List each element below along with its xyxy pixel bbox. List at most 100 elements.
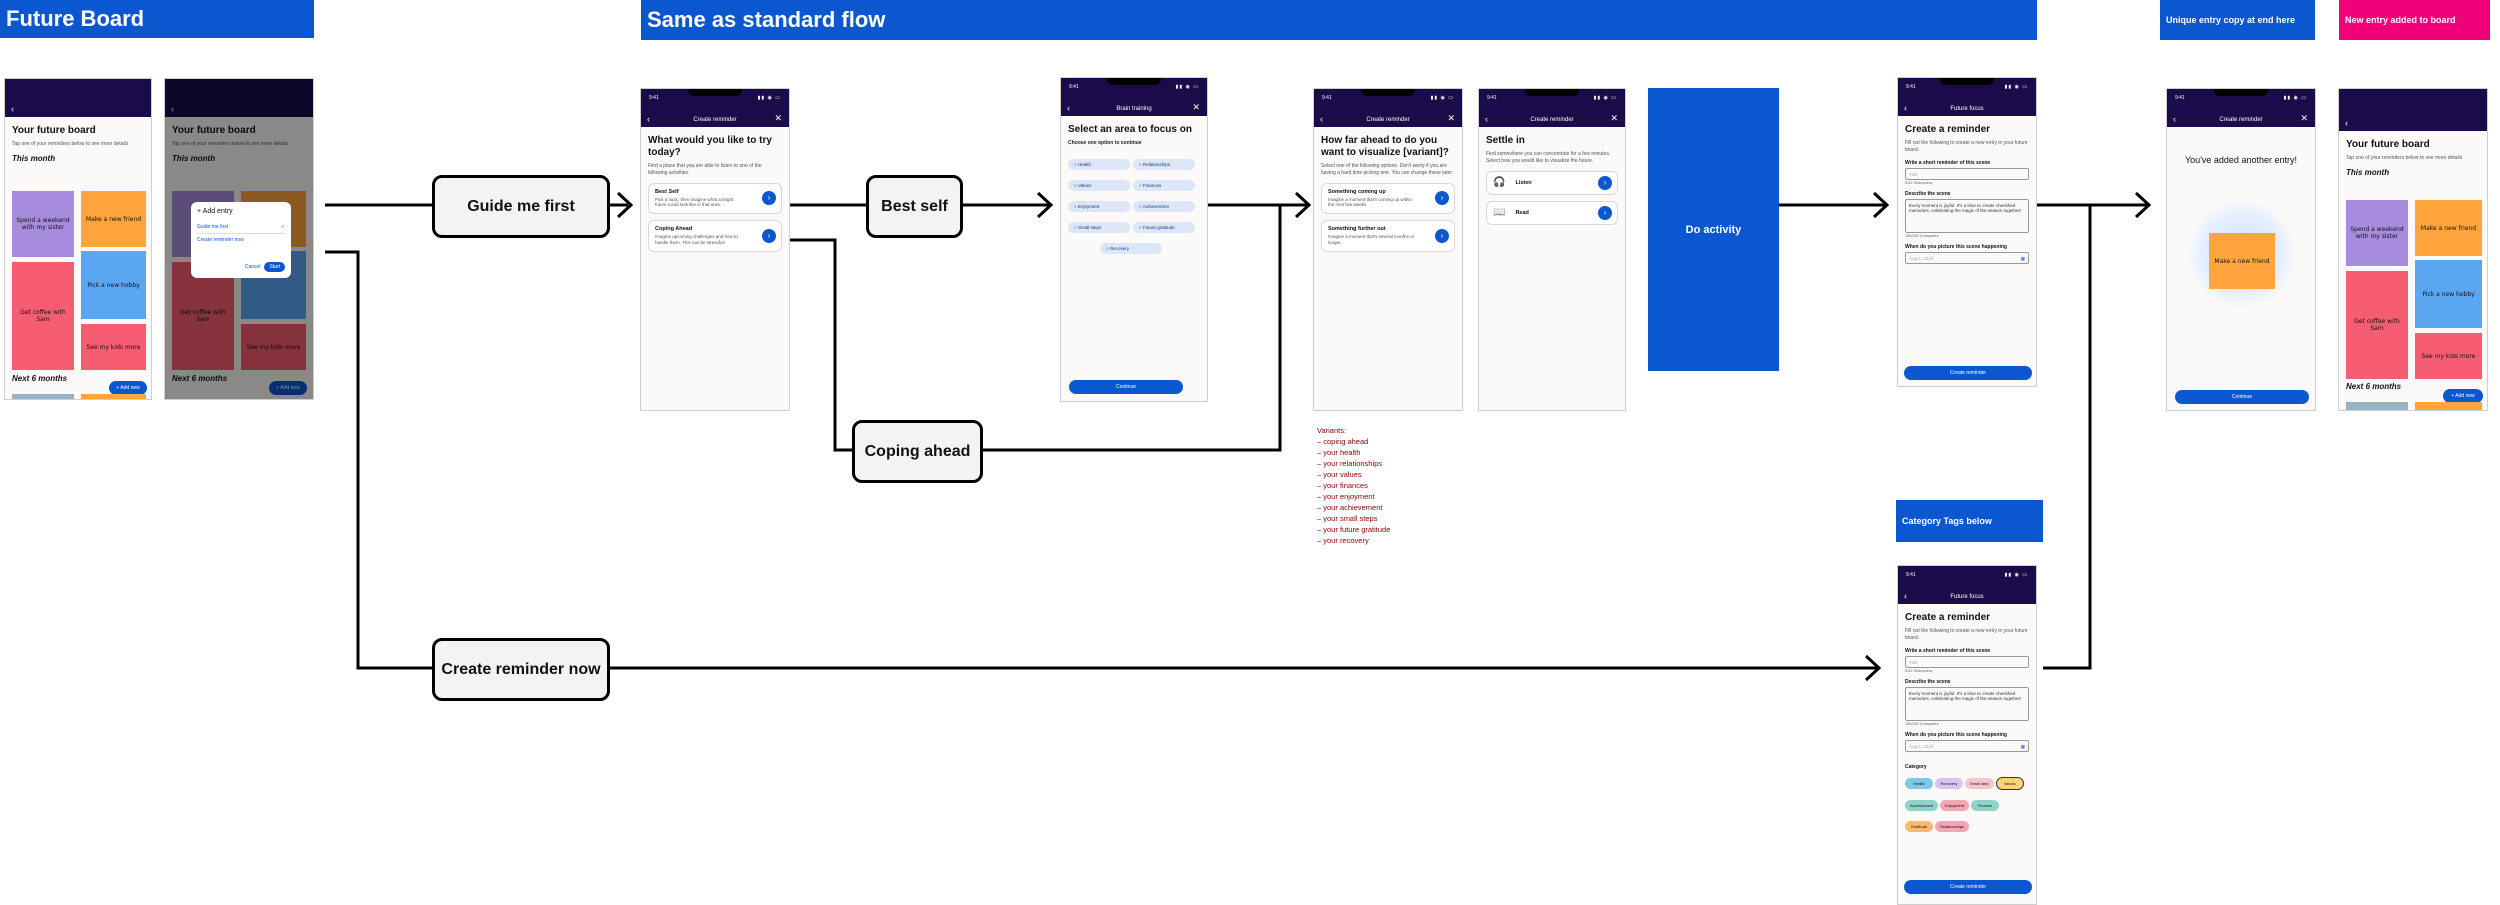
close-icon[interactable]: ✕ xyxy=(1192,102,1200,113)
area-pill[interactable]: ○ Small steps xyxy=(1068,221,1130,233)
top-bar: 9:41 ▮▮ ◉ ▭ ‹ Future focus xyxy=(1898,566,2036,604)
date-value: Aug 5, 2024 xyxy=(1909,743,1934,749)
sticky-note[interactable]: See my kids more xyxy=(81,324,146,370)
variant-text: your achievement xyxy=(1323,503,1383,512)
sticky-note[interactable]: Pick a new hobby xyxy=(81,251,146,319)
modal-option-create[interactable]: Create reminder now xyxy=(197,234,285,246)
create-reminder-button[interactable]: Create reminder xyxy=(1904,880,2032,894)
category-tag[interactable]: Enjoyment xyxy=(1940,799,1970,811)
category-tag[interactable]: Values xyxy=(1995,776,2024,790)
sticky-note[interactable]: Pick a new hobby xyxy=(2415,260,2482,328)
variant-item: – your small steps xyxy=(1317,514,1378,523)
card-text: Pick a topic, then imagine what a bright… xyxy=(655,196,734,208)
sticky-note[interactable]: Spend a weekend with my sister xyxy=(12,191,74,257)
category-tag[interactable]: Finance xyxy=(1971,799,2000,811)
new-sticky-note: Make a new friend xyxy=(2209,233,2275,289)
read-option[interactable]: 📖 Read › xyxy=(1486,200,1618,225)
add-entry-modal-screen: ‹ Your future board Tap one of your remi… xyxy=(164,78,314,400)
notch xyxy=(1940,78,1994,85)
status-time: 9:41 xyxy=(1906,572,1916,578)
listen-option[interactable]: 🎧 Listen › xyxy=(1486,170,1618,195)
add-new-button[interactable]: + Add new xyxy=(2443,389,2483,403)
variant-text: your values xyxy=(1323,470,1362,479)
arrow-right-icon[interactable]: › xyxy=(1598,175,1612,190)
sticky-note[interactable]: Make a new friend xyxy=(81,191,146,247)
pill-label: Relationships xyxy=(1142,161,1170,167)
screen-header-title: Create reminder xyxy=(1530,117,1574,123)
further-out-card[interactable]: Something further out Imagine a moment th… xyxy=(1321,220,1455,252)
arrow-right-icon[interactable]: › xyxy=(1435,229,1449,244)
arrow-right-icon[interactable]: › xyxy=(1435,191,1449,206)
status-icons: ▮▮ ◉ ▭ xyxy=(2004,572,2028,578)
category-tag[interactable]: Relationships xyxy=(1935,820,1970,832)
area-pill[interactable]: ○ Health xyxy=(1068,158,1130,170)
variant-text: your relationships xyxy=(1323,459,1383,468)
close-icon[interactable]: ✕ xyxy=(1610,113,1618,124)
arrow-right-icon[interactable]: › xyxy=(1598,205,1612,220)
area-pill[interactable]: ○ Enjoyment xyxy=(1068,200,1130,212)
sticky-note[interactable]: Get coffee with Sam xyxy=(12,262,74,370)
next-note-preview xyxy=(2346,402,2408,410)
pill-label: Finances xyxy=(1142,182,1162,188)
scene-textarea[interactable]: Every moment is joyful. It's a time to c… xyxy=(1905,198,2029,233)
pill-label: Enjoyment xyxy=(1077,203,1100,209)
sticky-note[interactable]: Make a new friend xyxy=(2415,200,2482,256)
arrow-right-icon[interactable]: › xyxy=(762,229,776,244)
card-title: Coping Ahead xyxy=(655,226,693,233)
area-pill[interactable]: ○ Recovery xyxy=(1100,242,1162,254)
sticky-note-text: Pick a new hobby xyxy=(87,281,140,289)
variant-text: your finances xyxy=(1323,481,1368,490)
area-pill[interactable]: ○ Future gratitude xyxy=(1133,221,1195,233)
best-self-label: Best self xyxy=(881,197,948,215)
close-icon[interactable]: ✕ xyxy=(1447,113,1455,124)
date-input[interactable]: Aug 5, 2024 ▦ xyxy=(1905,739,2029,752)
date-input[interactable]: Aug 5, 2024 ▦ xyxy=(1905,251,2029,264)
pill-label: Achievement xyxy=(1142,203,1169,209)
best-self-card[interactable]: Best Self Pick a topic, then imagine what… xyxy=(648,182,782,215)
area-pills: ○ Health ○ Relationships ○ Values ○ Financ… xyxy=(1068,153,1200,258)
sticky-note-text: See my kids more xyxy=(2421,352,2476,360)
success-title: You've added another entry! xyxy=(2185,155,2297,165)
add-new-button[interactable]: + Add new xyxy=(109,381,147,395)
category-tag[interactable]: Gratitude xyxy=(1905,820,1933,832)
area-pill[interactable]: ○ Finances xyxy=(1133,179,1195,191)
back-icon[interactable]: ‹ xyxy=(11,104,14,114)
sticky-note-text: See my kids more xyxy=(86,343,141,351)
sticky-note[interactable]: See my kids more xyxy=(2415,333,2482,379)
check-icon: ✓ xyxy=(280,224,285,230)
create-reminder-button[interactable]: Create reminder xyxy=(1904,366,2032,380)
sticky-note[interactable]: Spend a weekend with my sister xyxy=(2346,200,2408,266)
card-text: Imagine a moment that's coming up within… xyxy=(1328,196,1412,208)
scene-textarea[interactable]: Every moment is joyful. It's a time to c… xyxy=(1905,686,2029,721)
char-count: 0/40 Characters xyxy=(1905,668,1933,673)
variant-item: – your enjoyment xyxy=(1317,492,1375,501)
area-pill[interactable]: ○ Achievement xyxy=(1133,200,1195,212)
area-pill[interactable]: ○ Values xyxy=(1068,179,1130,191)
category-tag[interactable]: Achievement xyxy=(1905,799,1939,811)
cancel-button[interactable]: Cancel xyxy=(245,264,261,270)
pill-label: Recovery xyxy=(1109,245,1129,251)
arrow-right-icon[interactable]: › xyxy=(762,191,776,206)
continue-button[interactable]: Continue xyxy=(2175,390,2309,404)
close-icon[interactable]: ✕ xyxy=(774,113,782,124)
category-tag[interactable]: Small step xyxy=(1965,777,1994,789)
screen-title: Settle in xyxy=(1486,135,1525,146)
area-pill[interactable]: ○ Relationships xyxy=(1133,158,1195,170)
select-area-screen: 9:41 ▮▮ ◉ ▭ ‹ Brain training ✕ Select an… xyxy=(1060,77,1208,402)
close-icon[interactable]: ✕ xyxy=(2300,113,2308,124)
connector-try-coping xyxy=(790,238,852,452)
continue-button[interactable]: Continue xyxy=(1069,380,1183,394)
coming-up-card[interactable]: Something coming up Imagine a moment that… xyxy=(1321,182,1455,215)
modal-option-guide[interactable]: Guide me first ✓ xyxy=(197,221,285,234)
back-icon[interactable]: ‹ xyxy=(2345,118,2348,128)
title-input[interactable]: Title xyxy=(1905,655,2029,668)
sticky-note[interactable]: Get coffee with Sam xyxy=(2346,271,2408,379)
sticky-note-text: Get coffee with Sam xyxy=(2354,318,2400,332)
card-title: Best Self xyxy=(655,188,679,195)
title-input[interactable]: Title xyxy=(1905,167,2029,180)
variant-text: your health xyxy=(1323,448,1361,457)
category-tag[interactable]: Recovery xyxy=(1935,777,1963,789)
coping-ahead-card[interactable]: Coping Ahead Imagine upcoming challenges … xyxy=(648,220,782,252)
category-tag[interactable]: Health xyxy=(1905,777,1933,789)
start-button[interactable]: Start xyxy=(264,262,285,272)
